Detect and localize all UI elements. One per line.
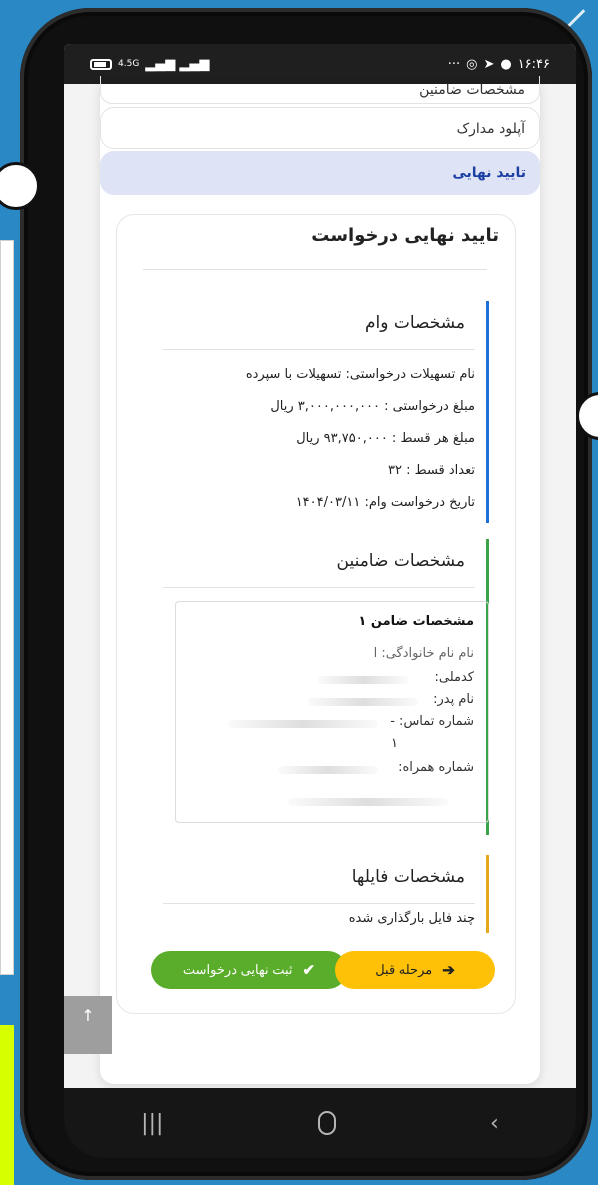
step-final-confirmation[interactable]: تایید نهایی xyxy=(100,151,540,195)
divider xyxy=(163,903,475,904)
loan-details-section: مشخصات وام نام تسهیلات درخواستی: تسهیلات… xyxy=(153,301,489,523)
section-title: مشخصات فایلها xyxy=(351,867,465,887)
redacted-value xyxy=(308,698,418,706)
loan-request-date: تاریخ درخواست وام: ۱۴۰۴/۰۳/۱۱ xyxy=(295,495,475,510)
section-accent-bar xyxy=(486,301,489,523)
guarantor-card: مشخصات ضامن ۱ نام نام خانوادگی: ا کدملی:… xyxy=(175,601,489,823)
back-button[interactable]: ‹ xyxy=(490,1111,499,1136)
files-status: چند فایل بارگذاری شده xyxy=(348,911,475,926)
guarantor-father-name: نام پدر: xyxy=(433,692,474,707)
divider xyxy=(163,349,475,350)
guarantor-full-name: نام نام خانوادگی: ا xyxy=(373,646,474,661)
home-button[interactable] xyxy=(317,1111,336,1135)
files-section: مشخصات فایلها چند فایل بارگذاری شده xyxy=(153,855,489,933)
background-slide-panel xyxy=(0,240,14,975)
check-icon: ✔ xyxy=(302,962,316,979)
submit-label: ثبت نهایی درخواست xyxy=(182,962,293,977)
guarantor-mobile: شماره همراه: xyxy=(398,760,474,775)
instagram-icon: ◎ xyxy=(466,56,478,72)
divider xyxy=(143,269,487,270)
loan-facility-name: نام تسهیلات درخواستی: تسهیلات با سپرده xyxy=(245,367,475,382)
telegram-icon: ➤ xyxy=(483,56,495,72)
guarantor-phone-extra: ۱ xyxy=(391,736,398,751)
loan-installment-count: تعداد قسط : ۳۲ xyxy=(387,463,475,478)
chat-icon: ● xyxy=(500,56,512,72)
guarantor-phone: شماره تماس: - xyxy=(390,714,474,729)
divider xyxy=(163,587,475,588)
more-notifications-icon: ··· xyxy=(447,56,461,72)
guarantor-national-id: کدملی: xyxy=(434,670,475,685)
submit-final-request-button[interactable]: ✔ ثبت نهایی درخواست xyxy=(151,951,347,989)
guarantors-section: مشخصات ضامنین مشخصات ضامن ۱ نام نام خانو… xyxy=(153,539,489,835)
section-accent-bar xyxy=(486,855,489,933)
card-title: تایید نهایی درخواست xyxy=(311,225,499,246)
previous-label: مرحله قبل xyxy=(375,962,433,977)
recents-button[interactable]: ||| xyxy=(141,1111,163,1136)
battery-icon xyxy=(90,58,112,70)
redacted-value xyxy=(278,766,378,774)
section-title: مشخصات ضامنین xyxy=(336,551,466,571)
background-yellow-panel xyxy=(0,1025,14,1185)
scroll-to-top-button[interactable]: ↑ xyxy=(64,996,112,1054)
app-content: مشخصات ضامنین آپلود مدارک تایید نهایی تا… xyxy=(100,76,540,1084)
step-guarantors[interactable]: مشخصات ضامنین xyxy=(100,76,540,104)
step-upload-documents[interactable]: آپلود مدارک xyxy=(100,107,540,149)
arrow-right-icon: ➔ xyxy=(442,962,455,979)
redacted-value xyxy=(318,676,408,684)
final-confirmation-card: تایید نهایی درخواست مشخصات وام نام تسهیل… xyxy=(116,214,516,1014)
loan-requested-amount: مبلغ درخواستی : ۳,۰۰۰,۰۰۰,۰۰۰ ریال xyxy=(270,399,475,414)
guarantor-title: مشخصات ضامن ۱ xyxy=(358,614,474,629)
previous-step-button[interactable]: ➔ مرحله قبل xyxy=(335,951,495,989)
phone-screen: 4.5G ▂▄▆ ▂▄▆ ··· ◎ ➤ ● ۱۶:۴۶ مشخصات ضامن… xyxy=(64,44,576,1094)
android-nav-bar: ||| ‹ xyxy=(64,1088,576,1158)
section-title: مشخصات وام xyxy=(364,313,465,333)
redacted-value xyxy=(288,798,448,806)
network-type: 4.5G xyxy=(118,58,140,69)
status-time: ۱۶:۴۶ xyxy=(517,56,550,72)
signal-icon: ▂▄▆ ▂▄▆ xyxy=(145,56,210,72)
loan-installment-amount: مبلغ هر قسط : ۹۳,۷۵۰,۰۰۰ ریال xyxy=(296,431,475,446)
redacted-value xyxy=(228,720,378,728)
